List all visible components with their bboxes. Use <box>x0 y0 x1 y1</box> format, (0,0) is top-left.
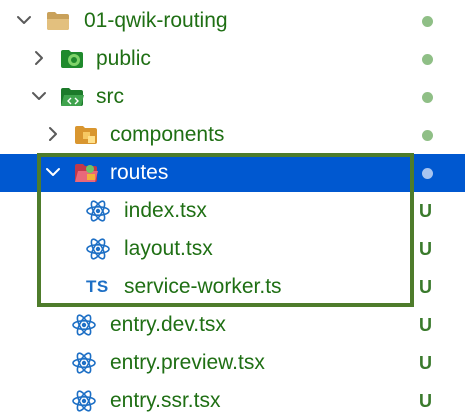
tree-item-index-tsx[interactable]: index.tsx U <box>0 192 465 230</box>
react-icon <box>72 390 96 412</box>
folder-components-icon <box>74 124 98 146</box>
react-icon <box>72 352 96 374</box>
untracked-badge: U <box>419 391 432 411</box>
tree-item-label: public <box>96 47 151 70</box>
tree-item-layout-tsx[interactable]: layout.tsx U <box>0 230 465 268</box>
folder-src-open-icon <box>60 86 84 108</box>
tree-item-service-worker-ts[interactable]: TS service-worker.ts U <box>0 268 465 306</box>
status-dot <box>422 54 433 65</box>
chevron-down-icon[interactable] <box>29 86 49 106</box>
untracked-badge: U <box>419 277 432 297</box>
tree-item-label: service-worker.ts <box>124 275 282 298</box>
tree-item-label: src <box>96 85 124 108</box>
typescript-icon: TS <box>86 277 109 296</box>
tree-item-label: entry.preview.tsx <box>110 351 265 374</box>
tree-item-entry-dev-tsx[interactable]: entry.dev.tsx U <box>0 306 465 344</box>
untracked-badge: U <box>419 315 432 335</box>
untracked-badge: U <box>419 201 432 221</box>
status-dot <box>422 92 433 103</box>
chevron-down-icon[interactable] <box>14 10 34 30</box>
chevron-down-icon[interactable] <box>43 162 63 182</box>
untracked-badge: U <box>419 239 432 259</box>
tree-item-label: entry.ssr.tsx <box>110 389 221 412</box>
untracked-badge: U <box>419 353 432 373</box>
react-icon <box>72 314 96 336</box>
tree-item-public[interactable]: public <box>0 40 465 78</box>
file-explorer-tree: 01-qwik-routing public src components ro… <box>0 0 465 420</box>
folder-routes-open-icon <box>74 162 98 184</box>
status-dot <box>422 168 433 179</box>
tree-item-01-qwik-routing[interactable]: 01-qwik-routing <box>0 2 465 40</box>
tree-item-label: components <box>110 123 225 146</box>
tree-item-label: routes <box>110 161 169 184</box>
tree-item-src[interactable]: src <box>0 78 465 116</box>
chevron-right-icon[interactable] <box>29 48 49 68</box>
tree-item-label: layout.tsx <box>124 237 213 260</box>
tree-item-label: index.tsx <box>124 199 207 222</box>
status-dot <box>422 16 433 27</box>
react-icon <box>86 200 110 222</box>
folder-public-icon <box>60 48 84 70</box>
status-dot <box>422 130 433 141</box>
tree-item-label: entry.dev.tsx <box>110 313 226 336</box>
react-icon <box>86 238 110 260</box>
tree-item-routes[interactable]: routes <box>0 154 465 192</box>
tree-item-entry-ssr-tsx[interactable]: entry.ssr.tsx U <box>0 382 465 420</box>
tree-item-components[interactable]: components <box>0 116 465 154</box>
chevron-right-icon[interactable] <box>43 124 63 144</box>
tree-item-label: 01-qwik-routing <box>84 9 228 32</box>
tree-item-entry-preview-tsx[interactable]: entry.preview.tsx U <box>0 344 465 382</box>
folder-open-icon <box>46 10 70 32</box>
